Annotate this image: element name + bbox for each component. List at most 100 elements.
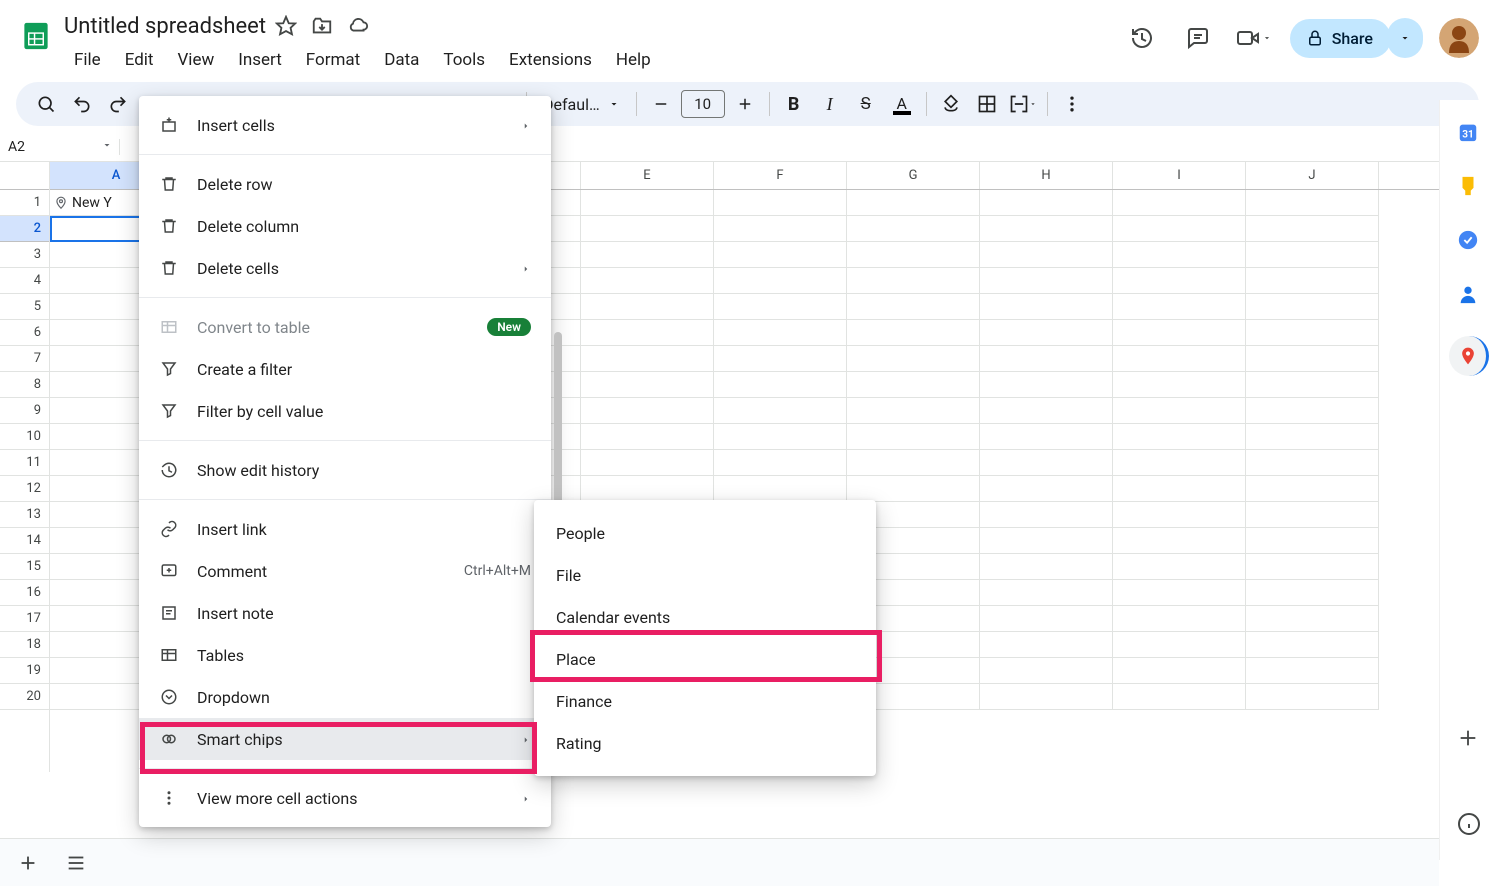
cell[interactable] bbox=[1246, 216, 1379, 242]
cell[interactable] bbox=[980, 476, 1113, 502]
cell[interactable] bbox=[1113, 398, 1246, 424]
row-header[interactable]: 16 bbox=[0, 580, 49, 606]
cell[interactable] bbox=[714, 424, 847, 450]
cell[interactable] bbox=[980, 684, 1113, 710]
bold-icon[interactable]: B bbox=[778, 88, 810, 120]
cell[interactable] bbox=[847, 320, 980, 346]
cell[interactable] bbox=[1113, 190, 1246, 216]
col-header[interactable]: E bbox=[581, 162, 714, 189]
row-header[interactable]: 14 bbox=[0, 528, 49, 554]
row-header[interactable]: 15 bbox=[0, 554, 49, 580]
ctx-comment[interactable]: Comment Ctrl+Alt+M bbox=[139, 550, 551, 592]
ctx-delete-cells[interactable]: Delete cells bbox=[139, 247, 551, 289]
row-header[interactable]: 9 bbox=[0, 398, 49, 424]
cloud-status-icon[interactable] bbox=[346, 14, 370, 38]
select-all-corner[interactable] bbox=[0, 162, 49, 190]
menu-file[interactable]: File bbox=[64, 48, 111, 72]
row-header[interactable]: 17 bbox=[0, 606, 49, 632]
cell[interactable] bbox=[980, 502, 1113, 528]
increase-font-icon[interactable] bbox=[729, 88, 761, 120]
sub-calendar[interactable]: Calendar events bbox=[534, 596, 876, 638]
row-header[interactable]: 18 bbox=[0, 632, 49, 658]
cell[interactable] bbox=[714, 294, 847, 320]
row-header[interactable]: 13 bbox=[0, 502, 49, 528]
row-header[interactable]: 12 bbox=[0, 476, 49, 502]
sub-rating[interactable]: Rating bbox=[534, 722, 876, 764]
cell[interactable] bbox=[1113, 450, 1246, 476]
cell[interactable] bbox=[1113, 580, 1246, 606]
ctx-view-more[interactable]: View more cell actions bbox=[139, 777, 551, 819]
cell[interactable] bbox=[581, 190, 714, 216]
meet-icon[interactable] bbox=[1234, 18, 1274, 58]
cell[interactable] bbox=[581, 450, 714, 476]
cell[interactable] bbox=[980, 450, 1113, 476]
row-header[interactable]: 4 bbox=[0, 268, 49, 294]
cell[interactable] bbox=[581, 372, 714, 398]
cell[interactable] bbox=[1113, 554, 1246, 580]
row-header[interactable]: 6 bbox=[0, 320, 49, 346]
menu-view[interactable]: View bbox=[167, 48, 224, 72]
cell[interactable] bbox=[1113, 216, 1246, 242]
row-header[interactable]: 3 bbox=[0, 242, 49, 268]
undo-icon[interactable] bbox=[66, 88, 98, 120]
col-header[interactable]: J bbox=[1246, 162, 1379, 189]
cell[interactable] bbox=[1113, 424, 1246, 450]
cell[interactable] bbox=[1246, 424, 1379, 450]
cell[interactable] bbox=[581, 294, 714, 320]
font-size-input[interactable]: 10 bbox=[681, 90, 725, 118]
cell[interactable] bbox=[980, 424, 1113, 450]
sub-place[interactable]: Place bbox=[534, 638, 876, 680]
more-toolbar-icon[interactable] bbox=[1056, 88, 1088, 120]
cell[interactable] bbox=[1246, 190, 1379, 216]
cell[interactable] bbox=[847, 424, 980, 450]
cell[interactable] bbox=[847, 476, 980, 502]
maps-sidepanel-icon[interactable] bbox=[1449, 336, 1489, 376]
cell[interactable] bbox=[1113, 606, 1246, 632]
cell[interactable] bbox=[1246, 502, 1379, 528]
cell[interactable] bbox=[1246, 606, 1379, 632]
cell[interactable] bbox=[714, 476, 847, 502]
cell[interactable] bbox=[847, 216, 980, 242]
cell[interactable] bbox=[847, 398, 980, 424]
cell[interactable] bbox=[1246, 294, 1379, 320]
cell[interactable] bbox=[847, 242, 980, 268]
row-header[interactable]: 10 bbox=[0, 424, 49, 450]
cell[interactable] bbox=[1246, 554, 1379, 580]
cell[interactable] bbox=[980, 320, 1113, 346]
cell[interactable] bbox=[980, 268, 1113, 294]
cell[interactable] bbox=[980, 580, 1113, 606]
cell[interactable] bbox=[980, 216, 1113, 242]
ctx-insert-note[interactable]: Insert note bbox=[139, 592, 551, 634]
cell[interactable] bbox=[581, 398, 714, 424]
ctx-tables[interactable]: Tables bbox=[139, 634, 551, 676]
cell[interactable] bbox=[581, 424, 714, 450]
cell[interactable] bbox=[714, 398, 847, 424]
cell[interactable] bbox=[1113, 684, 1246, 710]
share-dropdown[interactable] bbox=[1387, 18, 1423, 58]
sub-people[interactable]: People bbox=[534, 512, 876, 554]
cell[interactable] bbox=[1113, 320, 1246, 346]
fill-color-icon[interactable] bbox=[935, 88, 967, 120]
cell[interactable] bbox=[581, 346, 714, 372]
cell[interactable] bbox=[1246, 658, 1379, 684]
ctx-delete-row[interactable]: Delete row bbox=[139, 163, 551, 205]
ctx-insert-link[interactable]: Insert link bbox=[139, 508, 551, 550]
cell[interactable] bbox=[1113, 346, 1246, 372]
decrease-font-icon[interactable] bbox=[645, 88, 677, 120]
cell[interactable] bbox=[1113, 268, 1246, 294]
row-header[interactable]: 11 bbox=[0, 450, 49, 476]
row-header[interactable]: 19 bbox=[0, 658, 49, 684]
cell[interactable] bbox=[980, 242, 1113, 268]
row-header[interactable]: 20 bbox=[0, 684, 49, 710]
cell[interactable] bbox=[980, 528, 1113, 554]
cell[interactable] bbox=[847, 450, 980, 476]
cell[interactable] bbox=[1246, 528, 1379, 554]
move-icon[interactable] bbox=[310, 14, 334, 38]
ctx-dropdown[interactable]: Dropdown bbox=[139, 676, 551, 718]
ctx-show-history[interactable]: Show edit history bbox=[139, 449, 551, 491]
cell[interactable] bbox=[1246, 580, 1379, 606]
cell[interactable] bbox=[1246, 398, 1379, 424]
cell[interactable] bbox=[714, 268, 847, 294]
cell[interactable] bbox=[714, 320, 847, 346]
cell[interactable] bbox=[980, 398, 1113, 424]
